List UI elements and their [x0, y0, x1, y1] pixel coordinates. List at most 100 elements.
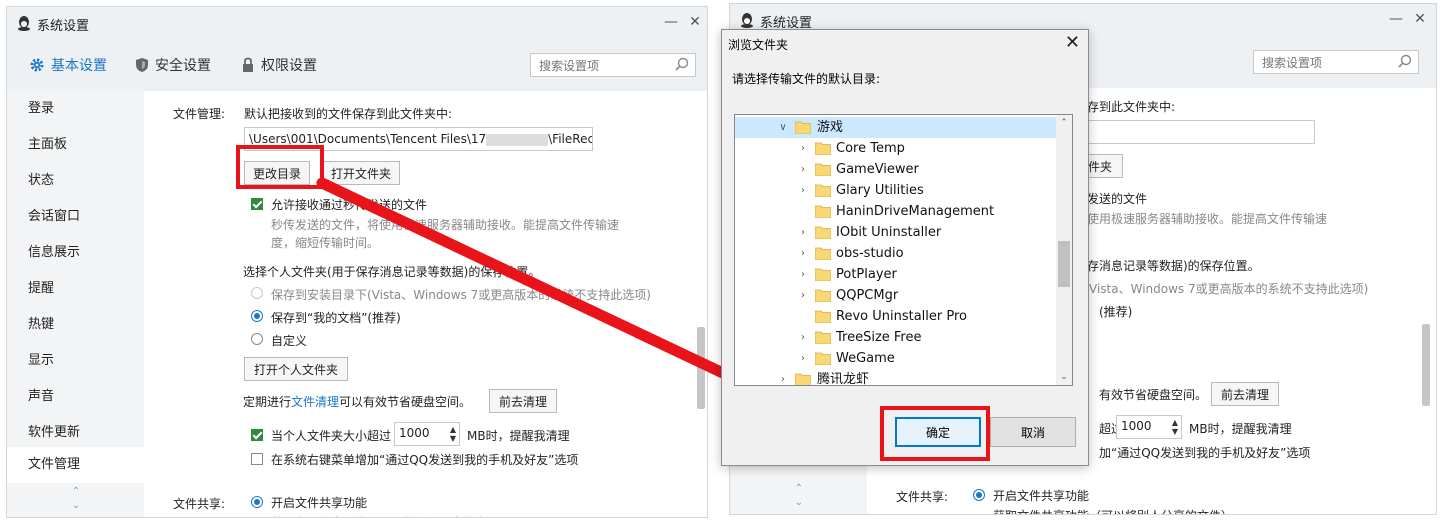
- tree-row[interactable]: › IObit Uninstaller: [735, 222, 1057, 243]
- search-input[interactable]: [537, 55, 671, 77]
- tab-permission-label: 权限设置: [261, 58, 317, 74]
- mydocs-tail: (推荐): [1099, 305, 1133, 319]
- expand-icon[interactable]: ›: [797, 348, 809, 369]
- tree-scrollbar[interactable]: ⌃ ⌄: [1056, 115, 1072, 385]
- sidebar-item-status[interactable]: 状态: [7, 163, 144, 199]
- close-icon[interactable]: ✕: [1410, 9, 1430, 29]
- tree-label: Glary Utilities: [836, 183, 924, 198]
- sidebar-item-reminder[interactable]: 提醒: [7, 271, 144, 307]
- tree-row[interactable]: Revo Uninstaller Pro: [735, 306, 1057, 327]
- close-icon[interactable]: ✕: [685, 12, 705, 32]
- tab-permission-settings[interactable]: 权限设置: [241, 55, 317, 75]
- minimize-icon[interactable]: —: [661, 12, 681, 32]
- tree-row[interactable]: › 腾讯龙虾: [735, 369, 1057, 385]
- file-share-enable-label-right: 开启文件共享功能: [993, 489, 1090, 503]
- minimize-icon[interactable]: —: [1386, 9, 1406, 29]
- content-scrollbar[interactable]: [697, 91, 705, 517]
- tree-row[interactable]: › TreeSize Free: [735, 327, 1057, 348]
- folder-tree[interactable]: ∨ 游戏 › Core Temp › GameViewer › Glary Ut…: [734, 114, 1073, 386]
- folder-icon: [815, 226, 831, 239]
- dialog-close-icon[interactable]: ✕: [1065, 32, 1080, 53]
- content-scroll-thumb[interactable]: [697, 327, 705, 409]
- expand-icon[interactable]: ›: [797, 264, 809, 285]
- open-personal-folder-button[interactable]: 打开个人文件夹: [244, 357, 348, 381]
- expand-icon[interactable]: ›: [797, 180, 809, 201]
- size-warn-checkbox[interactable]: [251, 429, 263, 441]
- sidebar-scroll-arrows-icon[interactable]: ⌃ ⌄: [792, 482, 806, 510]
- cancel-button[interactable]: 取消: [990, 417, 1076, 447]
- sidebar-item-display[interactable]: 显示: [7, 343, 144, 379]
- folder-icon: [815, 142, 831, 155]
- expand-icon[interactable]: ›: [797, 138, 809, 159]
- tree-row[interactable]: › Core Temp: [735, 138, 1057, 159]
- tree-row[interactable]: HaninDriveManagement: [735, 201, 1057, 222]
- expand-icon[interactable]: ›: [797, 222, 809, 243]
- tab-security-settings[interactable]: 安全设置: [135, 55, 211, 75]
- expand-icon[interactable]: ›: [797, 327, 809, 348]
- save-path-field-right[interactable]: [1077, 120, 1315, 144]
- content-scrollbar-right[interactable]: [1422, 88, 1430, 514]
- tree-row[interactable]: › GameViewer: [735, 159, 1057, 180]
- expand-icon[interactable]: ›: [797, 243, 809, 264]
- radio-install-dir[interactable]: [251, 287, 263, 299]
- expand-icon[interactable]: ›: [797, 159, 809, 180]
- scroll-up-icon[interactable]: ⌃: [1056, 115, 1072, 131]
- radio-custom[interactable]: [251, 333, 263, 345]
- tree-row[interactable]: › QQPCMgr: [735, 285, 1057, 306]
- file-cleanup-link[interactable]: 文件清理: [291, 395, 339, 409]
- sidebar-item-hotkey[interactable]: 热键: [7, 307, 144, 343]
- sidebar-item-file-management[interactable]: 文件管理: [7, 447, 144, 483]
- tree-row[interactable]: › obs-studio: [735, 243, 1057, 264]
- tree-scroll-thumb[interactable]: [1058, 241, 1070, 287]
- stepper-up-icon[interactable]: ▲: [1172, 419, 1178, 427]
- open-folder-button[interactable]: 打开文件夹: [322, 161, 400, 185]
- scroll-down-icon[interactable]: ⌄: [1056, 369, 1072, 385]
- radio-my-documents[interactable]: [251, 310, 263, 322]
- sidebar-item-main-panel[interactable]: 主面板: [7, 127, 144, 163]
- stepper-up-icon[interactable]: ▲: [450, 426, 456, 434]
- allow-fast-desc-line1: 秒传发送的文件，将使用极速服务器辅助接收。能提高文件传输速: [271, 218, 620, 232]
- radio-file-share-enable[interactable]: [251, 496, 263, 508]
- expand-icon[interactable]: ›: [797, 285, 809, 306]
- tab-basic-settings[interactable]: 基本设置: [29, 55, 107, 75]
- folder-icon: [815, 205, 831, 218]
- tree-row[interactable]: › PotPlayer: [735, 264, 1057, 285]
- file-share-label: 文件共享:: [173, 497, 226, 511]
- go-cleanup-button[interactable]: 前去清理: [489, 389, 557, 413]
- search-box[interactable]: [530, 53, 696, 77]
- dialog-prompt: 请选择传输文件的默认目录:: [732, 72, 881, 86]
- size-warn-pre: 当个人文件夹大小超过: [271, 429, 392, 443]
- sidebar-item-info-display[interactable]: 信息展示: [7, 235, 144, 271]
- file-mgmt-section-label: 文件管理:: [173, 107, 226, 121]
- default-save-desc: 默认把接收到的文件保存到此文件夹中:: [244, 107, 453, 121]
- desc-tail: 存到此文件夹中:: [1087, 100, 1176, 114]
- allow-fast-transfer-checkbox[interactable]: [251, 198, 263, 210]
- sidebar-item-login[interactable]: 登录: [7, 91, 144, 127]
- radio-my-documents-label: 保存到“我的文档”(推荐): [271, 311, 401, 325]
- tree-row[interactable]: › Glary Utilities: [735, 180, 1057, 201]
- sidebar-item-software-update[interactable]: 软件更新: [7, 415, 144, 451]
- content-scroll-thumb-right[interactable]: [1422, 324, 1430, 406]
- cleanup-post: 可以有效节省硬盘空间。: [339, 395, 472, 409]
- context-menu-checkbox[interactable]: [251, 453, 263, 465]
- sidebar-scroll-arrows-icon[interactable]: ⌃ ⌄: [69, 485, 83, 513]
- expand-icon[interactable]: ›: [777, 369, 789, 385]
- stepper-down-icon[interactable]: ▼: [1172, 428, 1178, 436]
- tree-row[interactable]: › WeGame: [735, 348, 1057, 369]
- radio-file-share-enable-right[interactable]: [973, 489, 985, 501]
- radio-custom-label: 自定义: [271, 334, 308, 348]
- search-input-right[interactable]: [1260, 52, 1394, 74]
- file-share-label-right: 文件共享:: [896, 490, 949, 504]
- tree-row-selected[interactable]: ∨ 游戏: [735, 117, 1057, 138]
- stepper-down-icon[interactable]: ▼: [450, 435, 456, 443]
- search-icon[interactable]: [1398, 54, 1412, 68]
- size-limit-stepper[interactable]: 1000 ▲ ▼: [394, 422, 460, 446]
- go-cleanup-button-right[interactable]: 前去清理: [1211, 382, 1279, 406]
- collapse-icon[interactable]: ∨: [777, 117, 789, 138]
- size-limit-stepper-right[interactable]: 1000 ▲ ▼: [1116, 415, 1182, 439]
- search-icon[interactable]: [675, 57, 689, 71]
- search-box-right[interactable]: [1253, 50, 1419, 74]
- sidebar-item-sound[interactable]: 声音: [7, 379, 144, 415]
- size-warn-post-right: MB时，提醒我清理: [1189, 422, 1292, 436]
- sidebar-item-chat-window[interactable]: 会话窗口: [7, 199, 144, 235]
